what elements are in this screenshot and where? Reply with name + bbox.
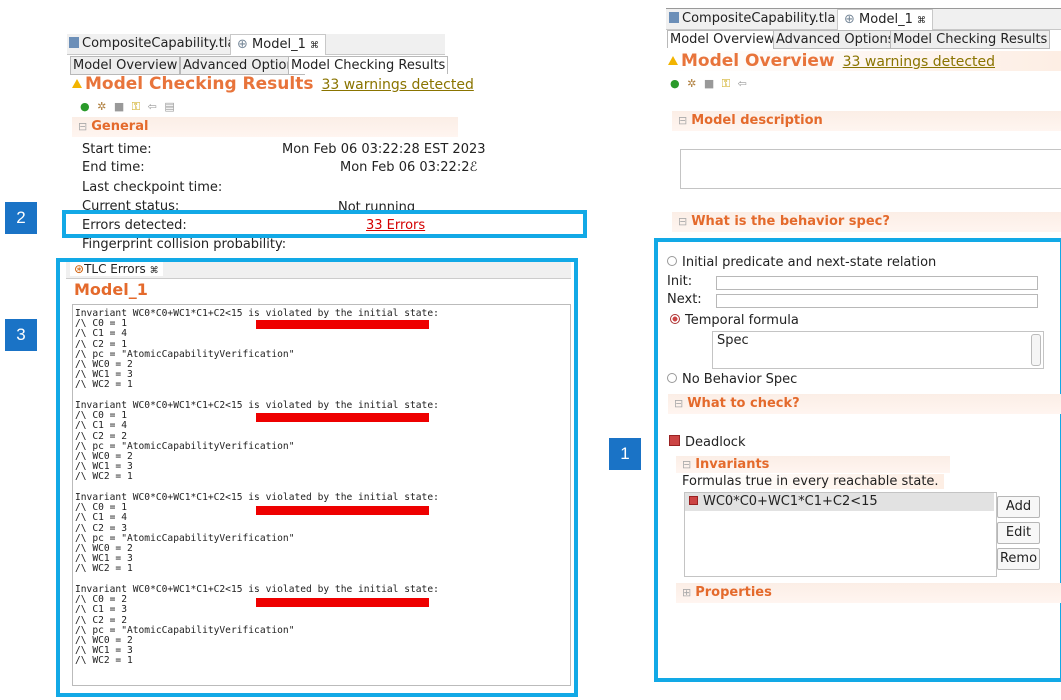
- left-toolbar: ● ✲ ■ ⚿ ⇦ ▤: [80, 100, 177, 114]
- lock-icon[interactable]: ⚿: [132, 100, 142, 113]
- tab-composite-capability[interactable]: CompositeCapability.tla: [69, 34, 235, 54]
- lock-icon[interactable]: ⚿: [722, 77, 732, 90]
- radio-icon: [667, 256, 677, 266]
- invariants-description: Formulas true in every reachable state.: [682, 474, 944, 489]
- radio-selected-icon: [670, 314, 680, 324]
- general-section: Start time: Mon Feb 06 03:22:28 EST 2023…: [82, 140, 486, 260]
- radio-temporal-formula[interactable]: Temporal formula: [670, 313, 799, 328]
- stop-icon[interactable]: ■: [704, 77, 716, 90]
- remove-invariant-button[interactable]: Remo: [997, 548, 1040, 570]
- invariants-list[interactable]: WC0*C0+WC1*C1+C2<15: [684, 492, 997, 577]
- collapse-icon[interactable]: ⊟: [678, 114, 687, 127]
- badge-3: 3: [5, 319, 37, 351]
- close-icon[interactable]: ⌘: [310, 41, 319, 51]
- subtab-model-overview[interactable]: Model Overview: [70, 56, 181, 75]
- badge-2: 2: [5, 202, 37, 234]
- warnings-link[interactable]: 33 warnings detected: [843, 54, 995, 70]
- model-description-header[interactable]: ⊟ Model description: [672, 111, 1061, 131]
- tab-model-1[interactable]: ⊕ Model_1 ⌘: [837, 9, 933, 30]
- checkbox-checked-icon: [669, 435, 680, 446]
- right-subtabs: Model Overview Advanced Options Model Ch…: [667, 30, 1061, 49]
- collapse-icon[interactable]: ⊟: [678, 215, 687, 228]
- left-editor-tabbar: CompositeCapability.tla ⊕ Model_1 ⌘: [67, 34, 445, 55]
- subtab-model-overview[interactable]: Model Overview: [667, 30, 778, 48]
- checkbox-checked-icon: [689, 496, 698, 505]
- general-section-header[interactable]: ⊟ General: [72, 117, 458, 137]
- collapse-icon[interactable]: ⊟: [78, 120, 87, 133]
- stop-icon[interactable]: ■: [114, 100, 126, 113]
- subtab-model-checking-results[interactable]: Model Checking Results: [890, 30, 1051, 49]
- debug-icon[interactable]: ✲: [687, 77, 698, 90]
- expand-icon[interactable]: ⊞: [682, 586, 691, 599]
- what-to-check-header[interactable]: ⊟ What to check?: [668, 394, 1061, 414]
- next-label: Next:: [667, 292, 702, 307]
- fingerprint-label: Fingerprint collision probability:: [82, 237, 287, 252]
- run-icon[interactable]: ●: [80, 100, 92, 113]
- warnings-link[interactable]: 33 warnings detected: [321, 77, 473, 93]
- subtab-advanced-options[interactable]: Advanced Options: [773, 30, 898, 49]
- run-icon[interactable]: ●: [670, 77, 682, 90]
- init-field[interactable]: [716, 276, 1038, 290]
- deadlock-checkbox[interactable]: Deadlock: [669, 435, 745, 450]
- highlight-box-tlc-errors: [56, 258, 578, 697]
- temporal-formula-input[interactable]: Spec: [712, 331, 1044, 369]
- start-time-value: Mon Feb 06 03:22:28 EST 2023: [282, 142, 486, 157]
- right-page-title: Model Overview 33 warnings detected: [668, 51, 1061, 71]
- behavior-spec-header[interactable]: ⊟ What is the behavior spec?: [672, 212, 1061, 232]
- close-icon[interactable]: ⌘: [917, 16, 926, 26]
- tla-file-icon: [69, 37, 79, 48]
- subtab-advanced-options[interactable]: Advanced Options: [180, 56, 305, 75]
- radio-icon: [667, 373, 677, 383]
- left-subtabs: Model Overview Advanced Options Model Ch…: [70, 56, 449, 75]
- debug-icon[interactable]: ✲: [97, 100, 108, 113]
- collapse-icon[interactable]: ⊟: [682, 458, 691, 471]
- spec-value: Spec: [717, 333, 749, 348]
- radio-no-behavior[interactable]: No Behavior Spec: [667, 372, 797, 387]
- right-editor-tabbar: CompositeCapability.tla ⊕ Model_1 ⌘: [666, 8, 1061, 30]
- end-time-label: End time:: [82, 160, 145, 175]
- model-icon: ⊕: [844, 12, 860, 27]
- start-time-label: Start time:: [82, 142, 152, 157]
- model-description-input[interactable]: [680, 149, 1061, 189]
- scrollbar[interactable]: [1031, 334, 1041, 366]
- badge-1: 1: [609, 438, 641, 470]
- right-toolbar: ● ✲ ■ ⚿ ⇦: [670, 77, 749, 91]
- next-field[interactable]: [716, 294, 1038, 308]
- end-time-value: Mon Feb 06 03:22:2ℰ: [340, 160, 478, 175]
- left-page-title: Model Checking Results 33 warnings detect…: [72, 74, 474, 94]
- invariants-header[interactable]: ⊟ Invariants: [676, 456, 950, 473]
- init-label: Init:: [667, 274, 693, 289]
- back-icon[interactable]: ⇦: [148, 100, 159, 113]
- warning-icon: [72, 79, 82, 88]
- tab-model-1[interactable]: ⊕ Model_1 ⌘: [230, 34, 326, 55]
- warning-icon: [668, 56, 678, 65]
- edit-invariant-button[interactable]: Edit: [997, 522, 1040, 544]
- tla-file-icon: [669, 12, 679, 23]
- highlight-box-errors-detected: [62, 210, 587, 238]
- collapse-icon[interactable]: ⊟: [674, 397, 683, 410]
- copy-icon[interactable]: ▤: [164, 100, 176, 113]
- model-icon: ⊕: [237, 37, 253, 52]
- subtab-model-checking-results[interactable]: Model Checking Results: [288, 56, 449, 74]
- invariant-item[interactable]: WC0*C0+WC1*C1+C2<15: [685, 493, 994, 511]
- back-icon[interactable]: ⇦: [738, 77, 749, 90]
- add-invariant-button[interactable]: Add: [997, 496, 1040, 518]
- properties-header[interactable]: ⊞ Properties: [676, 583, 1061, 603]
- radio-initial-next[interactable]: Initial predicate and next-state relatio…: [667, 255, 936, 270]
- tab-composite-capability[interactable]: CompositeCapability.tla: [669, 9, 835, 29]
- checkpoint-time-label: Last checkpoint time:: [82, 180, 223, 195]
